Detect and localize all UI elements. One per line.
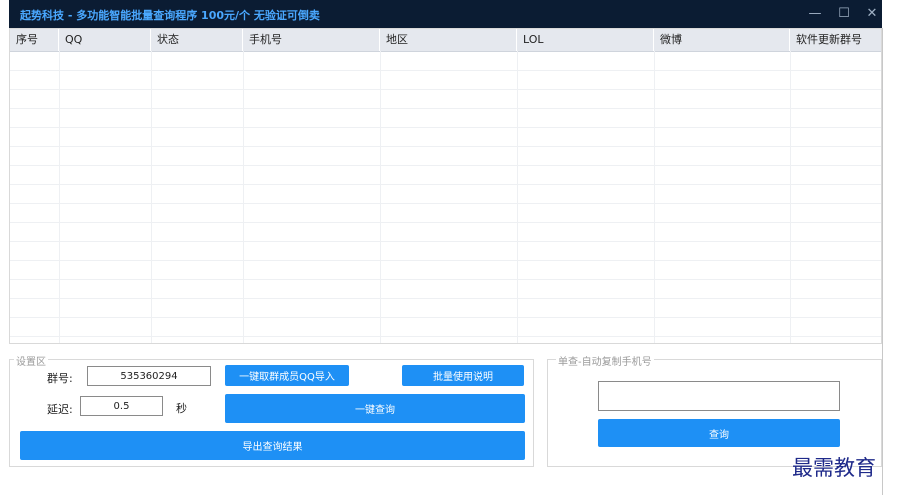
column-divider (243, 51, 244, 343)
delay-label: 延迟: (47, 403, 73, 416)
table-row[interactable] (10, 51, 881, 71)
single-query-group-label: 单查-自动复制手机号 (556, 353, 654, 368)
group-number-input[interactable] (87, 366, 211, 386)
settings-group-label: 设置区 (14, 353, 48, 368)
column-header-qq[interactable]: QQ (59, 29, 151, 51)
column-divider (517, 51, 518, 343)
table-row[interactable] (10, 336, 881, 343)
table-row[interactable] (10, 127, 881, 147)
results-table[interactable]: 序号 QQ 状态 手机号 地区 LOL 微博 软件更新群号 (9, 28, 882, 344)
maximize-icon[interactable]: ☐ (834, 5, 854, 23)
table-row[interactable] (10, 89, 881, 109)
watermark-text: 最需教育 (792, 456, 876, 480)
batch-help-button[interactable]: 批量使用说明 (402, 365, 524, 386)
export-results-button[interactable]: 导出查询结果 (20, 431, 525, 460)
column-divider (151, 51, 152, 343)
single-query-button[interactable]: 查询 (598, 419, 840, 447)
batch-query-button[interactable]: 一键查询 (225, 394, 525, 423)
minimize-icon[interactable]: — (805, 5, 825, 23)
close-icon[interactable]: ✕ (862, 5, 882, 23)
single-query-input[interactable] (598, 381, 840, 411)
table-row[interactable] (10, 203, 881, 223)
import-group-members-button[interactable]: 一键取群成员QQ导入 (225, 365, 349, 386)
table-row[interactable] (10, 165, 881, 185)
column-divider (380, 51, 381, 343)
table-row[interactable] (10, 222, 881, 242)
column-header-weibo[interactable]: 微博 (654, 29, 790, 51)
table-row[interactable] (10, 108, 881, 128)
group-number-label: 群号: (47, 372, 73, 385)
window-edge-divider (882, 28, 883, 495)
delay-input[interactable] (80, 396, 163, 416)
delay-unit-label: 秒 (176, 402, 187, 415)
column-divider (654, 51, 655, 343)
window-title: 起势科技 - 多功能智能批量查询程序 100元/个 无验证可倒卖 (20, 9, 320, 22)
table-row[interactable] (10, 70, 881, 90)
single-query-group: 单查-自动复制手机号 (547, 353, 882, 467)
column-header-status[interactable]: 状态 (151, 29, 243, 51)
table-row[interactable] (10, 146, 881, 166)
table-row[interactable] (10, 298, 881, 318)
column-header-index[interactable]: 序号 (10, 29, 59, 51)
column-divider (790, 51, 791, 343)
table-row[interactable] (10, 279, 881, 299)
table-header: 序号 QQ 状态 手机号 地区 LOL 微博 软件更新群号 (10, 29, 881, 52)
column-header-phone[interactable]: 手机号 (243, 29, 380, 51)
table-row[interactable] (10, 260, 881, 280)
column-header-group-number[interactable]: 软件更新群号 (790, 29, 881, 51)
table-row[interactable] (10, 184, 881, 204)
column-header-region[interactable]: 地区 (380, 29, 517, 51)
column-divider (59, 51, 60, 343)
title-bar: 起势科技 - 多功能智能批量查询程序 100元/个 无验证可倒卖 — ☐ ✕ (9, 0, 882, 28)
table-row[interactable] (10, 317, 881, 337)
column-header-lol[interactable]: LOL (517, 29, 654, 51)
table-row[interactable] (10, 241, 881, 261)
